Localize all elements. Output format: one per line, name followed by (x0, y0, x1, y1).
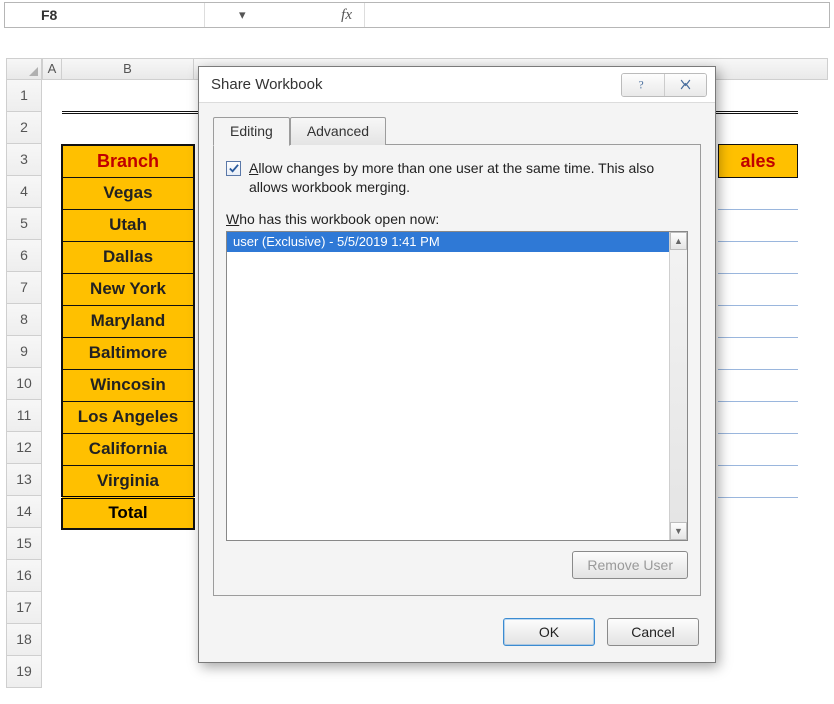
tab-editing[interactable]: Editing (213, 117, 290, 146)
fx-box: fx (205, 3, 365, 27)
allow-changes-checkbox[interactable] (226, 161, 241, 176)
table-row[interactable]: Utah (62, 209, 194, 241)
row-header[interactable]: 4 (6, 176, 42, 208)
name-box-wrap[interactable]: ▾ (5, 3, 205, 27)
list-scrollbar[interactable]: ▲ ▼ (669, 232, 687, 540)
table-total[interactable]: Total (62, 497, 194, 529)
table-row[interactable]: New York (62, 273, 194, 305)
list-item[interactable]: user (Exclusive) - 5/5/2019 1:41 PM (227, 232, 669, 252)
titlebar-buttons: ? (621, 73, 707, 97)
svg-text:?: ? (639, 79, 644, 91)
tab-pane-editing: Allow changes by more than one user at t… (213, 144, 701, 596)
ok-button[interactable]: OK (503, 618, 595, 646)
row-header[interactable]: 9 (6, 336, 42, 368)
col-header-a[interactable]: A (42, 58, 62, 80)
branch-header[interactable]: Branch (62, 145, 194, 177)
row-header[interactable]: 5 (6, 208, 42, 240)
dialog-title: Share Workbook (211, 76, 322, 93)
who-open-label: Who has this workbook open now: (226, 211, 688, 227)
row-headers: 1 2 3 4 5 6 7 8 9 10 11 12 13 14 15 16 1… (6, 80, 42, 688)
row-header[interactable]: 19 (6, 656, 42, 688)
fx-icon[interactable]: fx (341, 7, 352, 24)
row-header[interactable]: 1 (6, 80, 42, 112)
allow-changes-label: Allow changes by more than one user at t… (249, 159, 688, 197)
formula-bar: ▾ fx (4, 2, 830, 28)
row-header[interactable]: 16 (6, 560, 42, 592)
select-all-triangle[interactable] (6, 58, 42, 80)
row-header[interactable]: 7 (6, 272, 42, 304)
branch-table: Branch Vegas Utah Dallas New York Maryla… (61, 144, 195, 530)
close-icon[interactable] (664, 74, 706, 96)
row-header[interactable]: 2 (6, 112, 42, 144)
row-header[interactable]: 6 (6, 240, 42, 272)
table-row[interactable]: Vegas (62, 177, 194, 209)
row-header[interactable]: 8 (6, 304, 42, 336)
dialog-tabs: Editing Advanced (213, 115, 701, 145)
table-row[interactable]: Dallas (62, 241, 194, 273)
row-header[interactable]: 14 (6, 496, 42, 528)
dialog-body: Editing Advanced Allow changes by more t… (199, 103, 715, 610)
row-header[interactable]: 17 (6, 592, 42, 624)
table-row[interactable]: California (62, 433, 194, 465)
allow-changes-row: Allow changes by more than one user at t… (226, 159, 688, 197)
scroll-down-icon[interactable]: ▼ (670, 522, 687, 540)
col-header-b[interactable]: B (62, 58, 194, 80)
formula-input[interactable] (365, 3, 829, 27)
row-header[interactable]: 18 (6, 624, 42, 656)
remove-user-button[interactable]: Remove User (572, 551, 688, 579)
tab-advanced[interactable]: Advanced (290, 117, 386, 145)
dialog-footer: OK Cancel (199, 610, 715, 662)
dialog-titlebar[interactable]: Share Workbook ? (199, 67, 715, 103)
open-users-listbox: user (Exclusive) - 5/5/2019 1:41 PM ▲ ▼ (226, 231, 688, 541)
cancel-button[interactable]: Cancel (607, 618, 699, 646)
share-workbook-dialog: Share Workbook ? Editing Advanced Allow … (198, 66, 716, 663)
sales-column-cells[interactable] (718, 178, 798, 498)
open-users-list[interactable]: user (Exclusive) - 5/5/2019 1:41 PM (227, 232, 669, 540)
row-header[interactable]: 15 (6, 528, 42, 560)
table-row[interactable]: Virginia (62, 465, 194, 497)
row-header[interactable]: 11 (6, 400, 42, 432)
table-row[interactable]: Baltimore (62, 337, 194, 369)
table-row[interactable]: Maryland (62, 305, 194, 337)
help-icon[interactable]: ? (622, 74, 664, 96)
sales-header-fragment[interactable]: ales (718, 144, 798, 178)
row-header[interactable]: 12 (6, 432, 42, 464)
row-header[interactable]: 13 (6, 464, 42, 496)
table-row[interactable]: Los Angeles (62, 401, 194, 433)
row-header[interactable]: 3 (6, 144, 42, 176)
scroll-up-icon[interactable]: ▲ (670, 232, 687, 250)
table-row[interactable]: Wincosin (62, 369, 194, 401)
row-header[interactable]: 10 (6, 368, 42, 400)
